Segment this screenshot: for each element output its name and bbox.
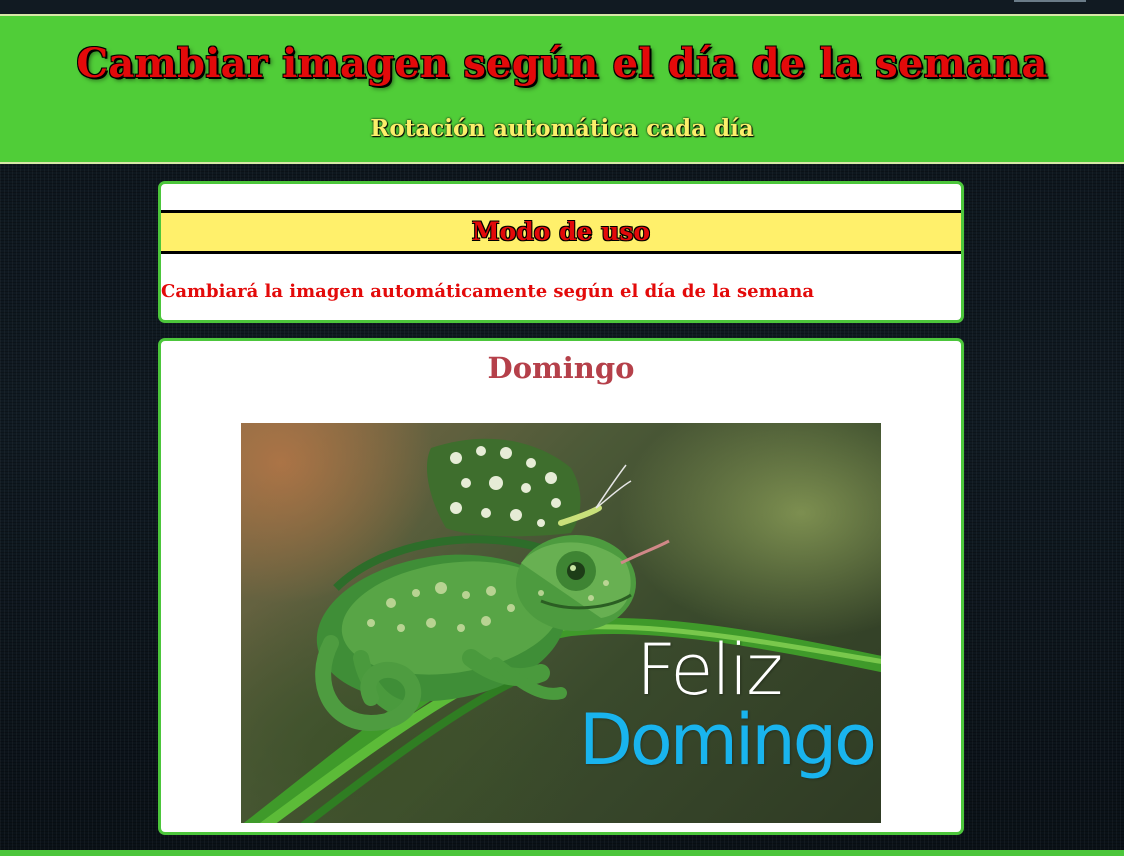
day-image: Feliz Domingo bbox=[241, 423, 881, 823]
top-strip bbox=[0, 0, 1124, 14]
day-title: Domingo bbox=[487, 351, 635, 385]
day-panel: Domingo Feliz Domingo bbox=[158, 338, 964, 835]
usage-description: Cambiará la imagen automáticamente según… bbox=[161, 281, 815, 302]
usage-heading-bar: Modo de uso bbox=[161, 210, 961, 254]
top-strip-mark bbox=[1014, 0, 1086, 2]
usage-heading: Modo de uso bbox=[471, 217, 651, 246]
page-title: Cambiar imagen según el día de la semana bbox=[76, 40, 1048, 87]
page-header: Cambiar imagen según el día de la semana… bbox=[0, 14, 1124, 164]
bottom-strip bbox=[0, 850, 1124, 856]
image-text-feliz: Feliz bbox=[636, 629, 783, 711]
image-text-domingo: Domingo bbox=[579, 699, 877, 781]
page-subtitle: Rotación automática cada día bbox=[370, 115, 754, 142]
usage-panel: Modo de uso Cambiará la imagen automátic… bbox=[158, 181, 964, 323]
